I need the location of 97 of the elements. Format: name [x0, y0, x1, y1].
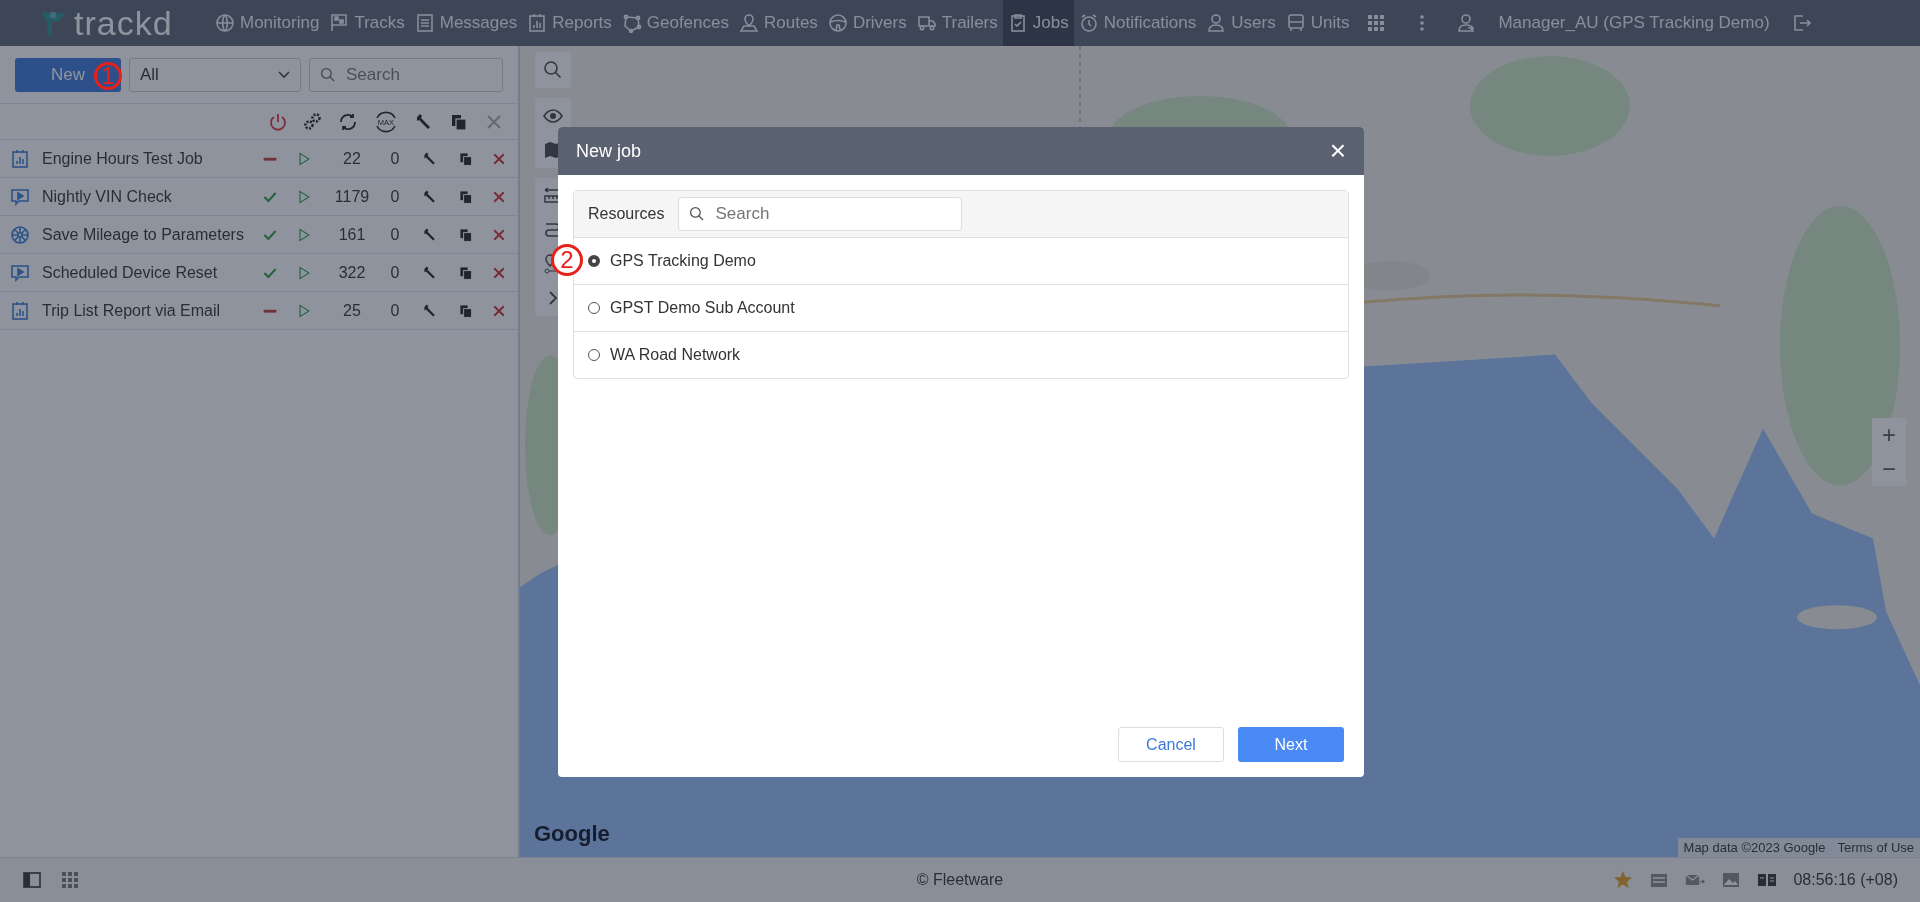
search-field[interactable]: Search: [678, 197, 963, 231]
job-name: Scheduled Device Reset: [42, 263, 219, 282]
resource-name: GPS Tracking Demo: [610, 252, 756, 270]
dialog-title: New job: [576, 140, 642, 162]
truck-icon: [916, 13, 937, 33]
play-icon[interactable]: [296, 264, 312, 281]
search-icon: [689, 206, 706, 222]
more-menu-icon[interactable]: [1418, 13, 1427, 33]
nav-tab[interactable]: Geofences: [616, 0, 734, 46]
run-count: 22: [342, 149, 362, 168]
run-count: 161: [337, 225, 367, 244]
caret-icon: [278, 70, 290, 79]
map-logo: Google: [534, 821, 610, 847]
nav-tab[interactable]: Messages: [409, 0, 523, 46]
cancel-button[interactable]: Cancel: [1118, 727, 1224, 762]
copy-icon[interactable]: [458, 264, 474, 281]
table-cell-text: 0: [389, 225, 401, 244]
eye-icon[interactable]: [543, 106, 563, 126]
bus-icon: [1285, 13, 1306, 33]
copy-icon[interactable]: [458, 188, 474, 205]
table-cell-text: 0: [389, 263, 401, 282]
globe-icon: [215, 13, 235, 33]
nav-tab[interactable]: Trailers: [911, 0, 1003, 46]
table-cell-text: 0: [389, 301, 401, 320]
close-button[interactable]: ×: [1325, 137, 1350, 165]
run-count: 322: [337, 263, 367, 282]
alarm-clock-icon: [1078, 13, 1099, 33]
radio-button[interactable]: [588, 255, 600, 267]
play-icon[interactable]: [296, 150, 312, 167]
nav-tab[interactable]: Notifications: [1073, 0, 1202, 46]
user-account-name[interactable]: Manager_AU (GPS Tracking Demo): [1498, 13, 1770, 33]
chart-icon: [10, 148, 30, 169]
step-marker: 1: [94, 62, 122, 90]
image-icon[interactable]: [1721, 870, 1742, 890]
user-icon: [1206, 13, 1227, 33]
nav-tab[interactable]: Tracks: [324, 0, 410, 46]
job-row[interactable]: Trip List Report via Email 25 0: [0, 292, 518, 330]
nav-tab[interactable]: Routes: [734, 0, 823, 46]
table-cell-text: 0: [389, 149, 401, 168]
search-field[interactable]: Search: [309, 57, 503, 92]
terms-link[interactable]: Terms of Use: [1837, 840, 1914, 855]
resource-name: GPST Demo Sub Account: [610, 299, 795, 317]
nav-tab[interactable]: Units: [1280, 0, 1355, 46]
steering-wheel-icon: [827, 13, 848, 33]
play-icon[interactable]: [296, 188, 312, 205]
job-name: Save Mileage to Parameters: [42, 225, 245, 244]
play-message-icon: [10, 262, 30, 283]
copy-icon[interactable]: [458, 302, 474, 319]
resource-name: WA Road Network: [610, 346, 741, 364]
polygon-icon: [621, 13, 642, 33]
play-icon[interactable]: [296, 226, 312, 243]
logo-text: trackd: [74, 3, 173, 43]
nav-tab[interactable]: Jobs: [1002, 0, 1074, 46]
job-name: Trip List Report via Email: [42, 301, 222, 320]
map-search-button[interactable]: [535, 52, 571, 88]
power-icon[interactable]: [268, 111, 288, 132]
nav-tab[interactable]: Users: [1201, 0, 1281, 46]
apps-grid-icon[interactable]: [1366, 13, 1387, 33]
refresh-icon[interactable]: [338, 111, 358, 132]
job-name: Engine Hours Test Job: [42, 149, 204, 168]
copy-icon[interactable]: [458, 150, 474, 167]
chart-icon: [527, 13, 548, 33]
run-count: 1179: [333, 187, 371, 206]
copy-icon[interactable]: [458, 226, 474, 243]
logout-icon[interactable]: [1791, 13, 1812, 33]
job-row[interactable]: Engine Hours Test Job 22 0: [0, 140, 518, 178]
map-pin-icon: [739, 13, 759, 33]
document-icon: [414, 13, 435, 33]
user-switch-icon[interactable]: [1456, 13, 1477, 33]
resource-option[interactable]: GPS Tracking Demo: [588, 238, 1348, 284]
play-icon[interactable]: [296, 302, 312, 319]
clock-time: 08:56:16 (+08): [1793, 871, 1898, 889]
nav-tab[interactable]: Reports: [522, 0, 617, 46]
job-name: Nightly VIN Check: [42, 187, 173, 206]
nav-tab[interactable]: Drivers: [822, 0, 912, 46]
map-attribution: Map data ©2023 Google: [1683, 840, 1826, 855]
search-icon: [320, 66, 336, 83]
job-row[interactable]: Nightly VIN Check 1179 0: [0, 178, 518, 216]
next-button[interactable]: Next: [1238, 727, 1344, 762]
run-count: 25: [342, 301, 362, 320]
job-row[interactable]: Save Mileage to Parameters 161 0: [0, 216, 518, 254]
table-cell-text: 0: [389, 187, 401, 206]
sidebar-icon[interactable]: [22, 870, 42, 890]
search-icon: [543, 60, 563, 80]
job-row[interactable]: Scheduled Device Reset 322 0: [0, 254, 518, 292]
filter-dropdown[interactable]: All: [129, 57, 301, 92]
flag-icon: [329, 13, 350, 33]
play-message-icon: [10, 186, 30, 207]
chart-icon: [10, 300, 30, 321]
copyright-text: © Fleetware: [916, 871, 1004, 889]
resource-option[interactable]: GPST Demo Sub Account: [588, 285, 1348, 331]
resource-option[interactable]: WA Road Network: [588, 332, 1348, 378]
apps-grid-icon[interactable]: [60, 870, 80, 890]
star-icon[interactable]: [1613, 870, 1634, 890]
wheel-icon: [10, 224, 30, 245]
nav-tab[interactable]: Monitoring: [210, 0, 325, 46]
resources-label: Resources: [588, 205, 665, 223]
